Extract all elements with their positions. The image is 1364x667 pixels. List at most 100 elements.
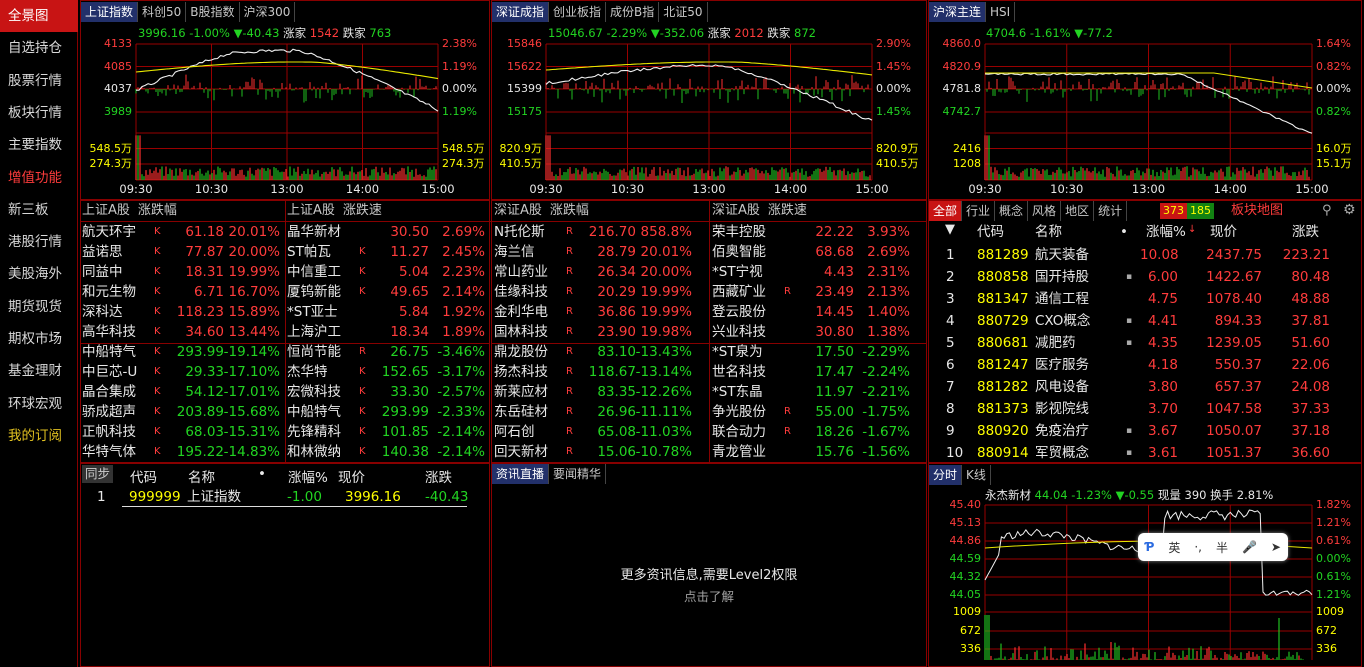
gear-icon[interactable]: ⚙ (1343, 202, 1356, 218)
sync-header-1[interactable]: 名称 (188, 466, 215, 486)
list-item[interactable]: 扬杰科技 R 118.67 -13.14% (494, 362, 694, 382)
ime-lang[interactable]: 英 (1168, 539, 1180, 556)
board-header-0[interactable]: 代码 (977, 222, 1004, 242)
list-item[interactable]: 厦钨新能 K 49.65 2.14% (287, 282, 487, 302)
list-item[interactable]: 华特气体 K 195.22 -14.83% (82, 442, 282, 462)
list-item[interactable]: 中信重工 K 5.04 2.23% (287, 262, 487, 282)
board-tab-1[interactable]: 行业 (962, 201, 996, 221)
stocktabs-tab-1[interactable]: K线 (962, 465, 991, 485)
list-item[interactable]: 中巨芯-U K 29.33 -17.10% (82, 362, 282, 382)
list-item[interactable]: 益诺思 K 77.87 20.00% (82, 242, 282, 262)
list-header-0[interactable]: 上证A股 涨跌幅 (82, 201, 185, 221)
sync-header-5[interactable]: 涨跌 (425, 466, 452, 486)
list-item[interactable]: 晶合集成 K 54.12 -17.01% (82, 382, 282, 402)
microphone-icon[interactable]: 🎤 (1242, 540, 1257, 554)
board-tab-4[interactable]: 地区 (1061, 201, 1095, 221)
ime-toolbar[interactable]: Ƥ 英 ·, 半 🎤 ➤ (1138, 533, 1288, 561)
sort-arrow-icon[interactable]: ▼ (945, 222, 955, 237)
list-item[interactable]: 和林微纳 K 140.38 -2.14% (287, 442, 487, 462)
list-item[interactable]: N托伦斯 R 216.70 858.8% (494, 222, 694, 242)
list-market[interactable]: 深证A股 (712, 201, 760, 221)
list-item[interactable]: 同益中 K 18.31 19.99% (82, 262, 282, 282)
list-item[interactable]: 佳缘科技 R 20.29 19.99% (494, 282, 694, 302)
list-item[interactable]: 海兰信 R 28.79 20.01% (494, 242, 694, 262)
list-item[interactable]: 杰华特 K 152.65 -3.17% (287, 362, 487, 382)
list-item[interactable]: 新莱应材 R 83.35 -12.26% (494, 382, 694, 402)
list-header-3[interactable]: 深证A股 涨跌速 (712, 201, 815, 221)
board-header-4[interactable]: 现价 (1210, 222, 1237, 242)
list-item[interactable]: 中船特气 K 293.99 -2.33% (287, 402, 487, 422)
table-row[interactable]: 10 880914 军贸概念 ▪ 3.61 1051.37 36.60 (940, 442, 1336, 464)
list-header-1[interactable]: 上证A股 涨跌速 (287, 201, 390, 221)
sync-header-2[interactable]: • (258, 466, 266, 482)
list-item[interactable]: 恒尚节能 R 26.75 -3.46% (287, 342, 487, 362)
list-sort[interactable]: 涨跌速 (343, 201, 382, 221)
list-item[interactable]: *ST亚士 5.84 1.92% (287, 302, 487, 322)
list-header-2[interactable]: 深证A股 涨跌幅 (494, 201, 597, 221)
sync-header-3[interactable]: 涨幅% (288, 466, 328, 486)
list-item[interactable]: 和元生物 K 6.71 16.70% (82, 282, 282, 302)
sync-tab[interactable]: 同步 (82, 465, 114, 483)
list-item[interactable]: 荣丰控股 22.22 3.93% (712, 222, 912, 242)
list-item[interactable]: 鼎龙股份 R 83.10 -13.43% (494, 342, 694, 362)
board-header-3[interactable]: 涨幅% (1146, 222, 1186, 242)
table-row[interactable]: 2 880858 国开持股 ▪ 6.00 1422.67 80.48 (940, 266, 1336, 288)
board-header-5[interactable]: 涨跌 (1292, 222, 1319, 242)
ime-width[interactable]: 半 (1216, 539, 1228, 556)
table-row[interactable]: 6 881247 医疗服务 4.18 550.37 22.06 (940, 354, 1336, 376)
list-item[interactable]: 中船特气 K 293.99 -19.14% (82, 342, 282, 362)
list-item[interactable]: 骄成超声 K 203.89 -15.68% (82, 402, 282, 422)
sync-header-0[interactable]: 代码 (130, 466, 157, 486)
sync-header-4[interactable]: 现价 (338, 466, 365, 486)
board-tab-2[interactable]: 概念 (995, 201, 1029, 221)
board-tab-0[interactable]: 全部 (929, 201, 963, 221)
table-row[interactable]: 9 880920 免疫治疗 ▪ 3.67 1050.07 37.18 (940, 420, 1336, 442)
list-item[interactable]: 西藏矿业 R 23.49 2.13% (712, 282, 912, 302)
table-row[interactable]: 5 880681 减肥药 ▪ 4.35 1239.05 51.60 (940, 332, 1336, 354)
list-market[interactable]: 上证A股 (287, 201, 335, 221)
table-row[interactable]: 3 881347 通信工程 4.75 1078.40 48.88 (940, 288, 1336, 310)
list-sort[interactable]: 涨跌速 (768, 201, 807, 221)
list-item[interactable]: 阿石创 R 65.08 -11.03% (494, 422, 694, 442)
board-map-link[interactable]: 板块地图 (1231, 201, 1283, 221)
list-item[interactable]: 金利华电 R 36.86 19.99% (494, 302, 694, 322)
list-item[interactable]: ST帕瓦 K 11.27 2.45% (287, 242, 487, 262)
list-market[interactable]: 上证A股 (82, 201, 130, 221)
newstabs-tab-1[interactable]: 要闻精华 (549, 464, 607, 484)
list-item[interactable]: 先锋精科 K 101.85 -2.14% (287, 422, 487, 442)
sync-row[interactable]: 1 999999 上证指数 -1.00 3996.16 -40.43 (82, 487, 488, 507)
list-item[interactable]: 国林科技 R 23.90 19.98% (494, 322, 694, 342)
search-icon[interactable]: ⚲ (1322, 203, 1332, 218)
list-item[interactable]: 争光股份 R 55.00 -1.75% (712, 402, 912, 422)
board-header-1[interactable]: 名称 (1035, 222, 1062, 242)
list-item[interactable]: 东岳硅材 R 26.96 -11.11% (494, 402, 694, 422)
table-row[interactable]: 4 880729 CXO概念 ▪ 4.41 894.33 37.81 (940, 310, 1336, 332)
send-icon[interactable]: ➤ (1271, 540, 1281, 554)
list-item[interactable]: 回天新材 R 15.06 -10.78% (494, 442, 694, 462)
list-item[interactable]: 深科达 K 118.23 15.89% (82, 302, 282, 322)
board-tab-3[interactable]: 风格 (1028, 201, 1062, 221)
list-item[interactable]: 上海沪工 18.34 1.89% (287, 322, 487, 342)
list-sort[interactable]: 涨跌幅 (550, 201, 589, 221)
table-row[interactable]: 1 881289 航天装备 10.08 2437.75 223.21 (940, 244, 1336, 266)
list-item[interactable]: 联合动力 R 18.26 -1.67% (712, 422, 912, 442)
list-item[interactable]: 世名科技 17.47 -2.24% (712, 362, 912, 382)
list-sort[interactable]: 涨跌幅 (138, 201, 177, 221)
list-item[interactable]: 登云股份 14.45 1.40% (712, 302, 912, 322)
list-item[interactable]: 常山药业 R 26.34 20.00% (494, 262, 694, 282)
list-item[interactable]: *ST泉为 17.50 -2.29% (712, 342, 912, 362)
board-tab-5[interactable]: 统计 (1094, 201, 1128, 221)
board-header-2[interactable]: • (1120, 222, 1128, 242)
list-item[interactable]: 正帆科技 K 68.03 -15.31% (82, 422, 282, 442)
ime-punct[interactable]: ·, (1194, 540, 1202, 554)
list-item[interactable]: 航天环宇 K 61.18 20.01% (82, 222, 282, 242)
list-item[interactable]: 兴业科技 30.80 1.38% (712, 322, 912, 342)
list-market[interactable]: 深证A股 (494, 201, 542, 221)
list-item[interactable]: 青龙管业 15.76 -1.56% (712, 442, 912, 462)
list-item[interactable]: *ST东晶 11.97 -2.21% (712, 382, 912, 402)
list-item[interactable]: 晶华新材 30.50 2.69% (287, 222, 487, 242)
table-row[interactable]: 7 881282 风电设备 3.80 657.37 24.08 (940, 376, 1336, 398)
list-item[interactable]: 高华科技 K 34.60 13.44% (82, 322, 282, 342)
list-item[interactable]: 佰奥智能 68.68 2.69% (712, 242, 912, 262)
list-item[interactable]: 宏微科技 K 33.30 -2.57% (287, 382, 487, 402)
